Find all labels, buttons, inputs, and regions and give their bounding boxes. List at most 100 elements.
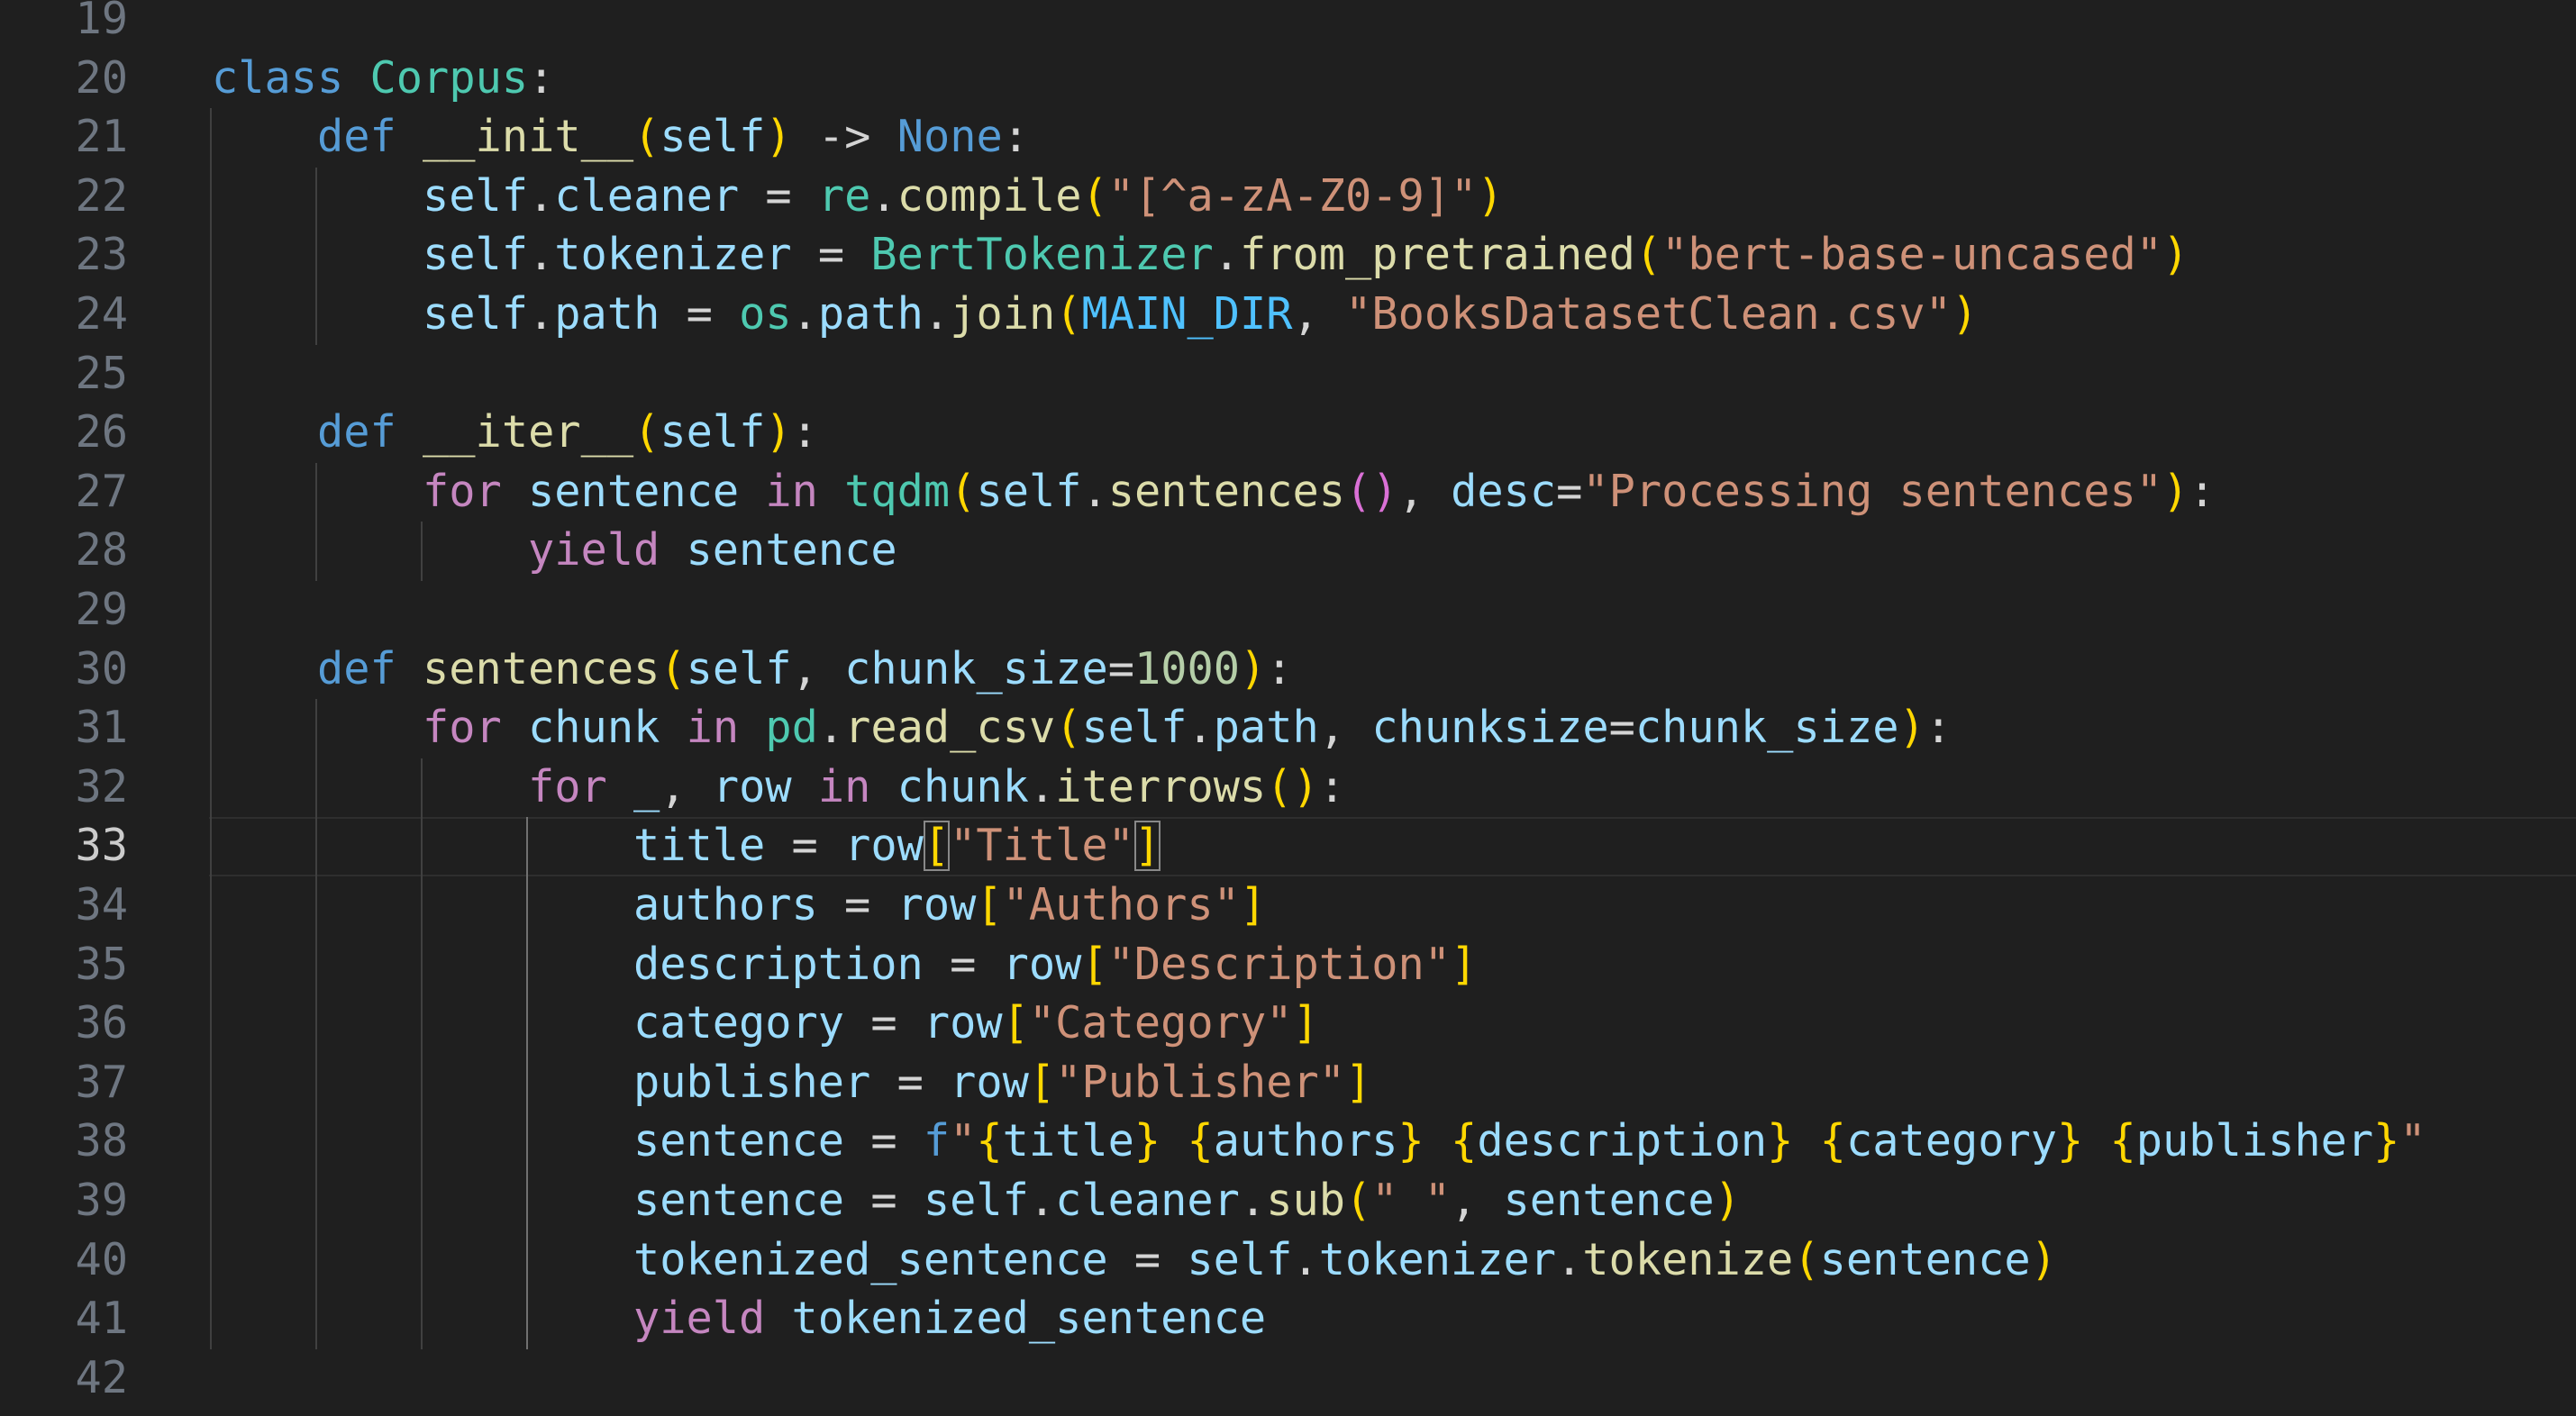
line-number[interactable]: 42 [0, 1349, 128, 1409]
code-token: ) [2162, 230, 2189, 281]
code-line[interactable]: 21 def __init__(self) -> None: [0, 108, 2576, 168]
code-token: { [2109, 1116, 2136, 1167]
code-line[interactable]: 35 description = row["Description"] [0, 936, 2576, 995]
code-text[interactable]: def sentences(self, chunk_size=1000): [317, 640, 1293, 700]
code-line[interactable]: 20 class Corpus: [0, 50, 2576, 109]
code-line[interactable]: 25 [0, 345, 2576, 404]
line-number[interactable]: 29 [0, 581, 128, 640]
code-token: [ [1028, 1057, 1056, 1108]
code-token: category [633, 998, 845, 1049]
code-text[interactable]: class Corpus: [212, 50, 554, 109]
code-text[interactable]: description = row["Description"] [633, 936, 1477, 995]
code-token: sentences [1107, 466, 1346, 517]
code-token: yield [633, 1293, 766, 1345]
code-text[interactable]: self.tokenizer = BertTokenizer.from_pret… [423, 226, 2189, 286]
line-number[interactable]: 38 [0, 1112, 128, 1172]
code-token: . [1556, 1234, 1583, 1285]
code-token: ) [1292, 761, 1319, 812]
line-number[interactable]: 40 [0, 1231, 128, 1291]
line-number[interactable]: 22 [0, 168, 128, 227]
code-text[interactable]: for sentence in tqdm(self.sentences(), d… [423, 463, 2216, 522]
line-number[interactable]: 27 [0, 463, 128, 522]
line-number[interactable]: 35 [0, 936, 128, 995]
code-line[interactable]: 32 for _, row in chunk.iterrows(): [0, 758, 2576, 818]
code-token: . [923, 289, 951, 340]
code-line[interactable]: 34 authors = row["Authors"] [0, 876, 2576, 936]
code-line[interactable]: 19 [0, 0, 2576, 50]
code-line[interactable]: 42 [0, 1349, 2576, 1409]
code-line[interactable]: 24 self.path = os.path.join(MAIN_DIR, "Bo… [0, 286, 2576, 345]
line-number[interactable]: 28 [0, 522, 128, 581]
code-text[interactable]: def __iter__(self): [317, 404, 818, 463]
code-line[interactable]: 23 self.tokenizer = BertTokenizer.from_pr… [0, 226, 2576, 286]
line-number[interactable]: 26 [0, 404, 128, 463]
code-text[interactable]: title = row["Title"] [633, 817, 1161, 876]
line-number[interactable]: 33 [0, 817, 128, 876]
code-token: sentence [1503, 1175, 1715, 1226]
code-token: { [1451, 1116, 1478, 1167]
line-number[interactable]: 34 [0, 876, 128, 936]
code-text[interactable]: def __init__(self) -> None: [317, 108, 1029, 168]
line-number[interactable]: 37 [0, 1054, 128, 1113]
code-editor[interactable]: 19 20 class Corpus: 21 def __init__(self) ->… [0, 0, 2576, 1416]
code-token: desc [1451, 466, 1557, 517]
code-line[interactable]: 36 category = row["Category"] [0, 994, 2576, 1054]
line-number[interactable]: 31 [0, 699, 128, 758]
code-token: , [1397, 466, 1452, 517]
code-token: self [1081, 703, 1188, 754]
code-text[interactable]: self.path = os.path.join(MAIN_DIR, "Book… [423, 286, 1978, 345]
code-line[interactable]: 41 yield tokenized_sentence [0, 1290, 2576, 1349]
code-text[interactable]: category = row["Category"] [633, 994, 1319, 1054]
code-token: [ [1081, 939, 1108, 990]
code-line[interactable]: 39 sentence = self.cleaner.sub(" ", sente… [0, 1172, 2576, 1231]
code-text[interactable]: authors = row["Authors"] [633, 876, 1266, 936]
line-number[interactable]: 24 [0, 286, 128, 345]
code-token: row [950, 1057, 1029, 1108]
code-token: self [423, 170, 529, 222]
line-number[interactable]: 41 [0, 1290, 128, 1349]
line-number[interactable]: 30 [0, 640, 128, 700]
line-number[interactable]: 36 [0, 994, 128, 1054]
line-number[interactable]: 19 [0, 0, 128, 50]
line-number[interactable]: 25 [0, 345, 128, 404]
code-text[interactable]: sentence = f"{title} {authors} {descript… [633, 1112, 2426, 1172]
code-text[interactable]: yield tokenized_sentence [633, 1290, 1266, 1349]
code-token: } [2057, 1116, 2084, 1167]
line-number[interactable]: 39 [0, 1172, 128, 1231]
code-text[interactable]: for chunk in pd.read_csv(self.path, chun… [423, 699, 1952, 758]
code-line[interactable]: 26 def __iter__(self): [0, 404, 2576, 463]
code-text[interactable]: sentence = self.cleaner.sub(" ", sentenc… [633, 1172, 1741, 1231]
code-text[interactable]: yield sentence [528, 522, 897, 581]
code-line[interactable]: 33 title = row["Title"] [0, 817, 2576, 876]
line-number[interactable]: 20 [0, 50, 128, 109]
code-line[interactable]: 30 def sentences(self, chunk_size=1000): [0, 640, 2576, 700]
code-line[interactable]: 40 tokenized_sentence = self.tokenizer.to… [0, 1231, 2576, 1291]
code-text[interactable]: publisher = row["Publisher"] [633, 1054, 1371, 1113]
line-number[interactable]: 23 [0, 226, 128, 286]
code-token: chunk [897, 761, 1029, 812]
code-line[interactable]: 31 for chunk in pd.read_csv(self.path, ch… [0, 699, 2576, 758]
code-line[interactable]: 27 for sentence in tqdm(self.sentences(),… [0, 463, 2576, 522]
code-token: ) [1371, 466, 1398, 517]
code-line[interactable]: 38 sentence = f"{title} {authors} {descri… [0, 1112, 2576, 1172]
code-line[interactable]: 29 [0, 581, 2576, 640]
code-token: ] [1239, 880, 1267, 930]
code-line[interactable]: 28 yield sentence [0, 522, 2576, 581]
code-line[interactable]: 37 publisher = row["Publisher"] [0, 1054, 2576, 1113]
code-token: . [1213, 230, 1240, 281]
code-token: ) [1477, 170, 1504, 222]
code-token: " [2399, 1116, 2426, 1167]
line-number[interactable]: 32 [0, 758, 128, 818]
line-number[interactable]: 21 [0, 108, 128, 168]
code-token: self [660, 407, 766, 458]
code-text[interactable]: self.cleaner = re.compile("[^a-zA-Z0-9]"… [423, 168, 1504, 227]
code-line[interactable]: 22 self.cleaner = re.compile("[^a-zA-Z0-9… [0, 168, 2576, 227]
code-token: self [1187, 1234, 1293, 1285]
code-text[interactable]: for _, row in chunk.iterrows(): [528, 758, 1345, 818]
code-token: : [1002, 112, 1029, 163]
code-token: : [1318, 761, 1346, 812]
code-text[interactable]: tokenized_sentence = self.tokenizer.toke… [633, 1231, 2057, 1291]
